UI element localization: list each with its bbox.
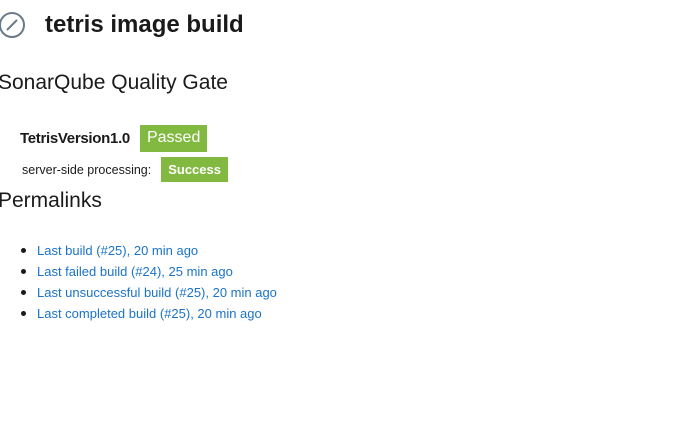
processing-status-badge: Success (161, 157, 228, 182)
list-item: Last build (#25), 20 min ago (0, 240, 277, 261)
permalinks-list: Last build (#25), 20 min ago Last failed… (0, 240, 277, 324)
bullet-icon (21, 248, 26, 253)
processing-label: server-side processing: (22, 162, 152, 177)
last-failed-build-link[interactable]: Last failed build (#24), 25 min ago (37, 264, 233, 279)
disabled-status-icon (0, 11, 26, 39)
page-title: tetris image build (45, 11, 244, 38)
quality-gate-status-badge[interactable]: Passed (139, 125, 208, 152)
list-item: Last failed build (#24), 25 min ago (0, 261, 277, 282)
list-item: Last unsuccessful build (#25), 20 min ag… (0, 282, 277, 303)
page-header: tetris image build (0, 8, 244, 42)
bullet-icon (21, 290, 26, 295)
last-unsuccessful-build-link[interactable]: Last unsuccessful build (#25), 20 min ag… (37, 285, 277, 300)
server-processing-row: server-side processing: Success (22, 157, 228, 182)
last-build-link[interactable]: Last build (#25), 20 min ago (37, 243, 198, 258)
list-item: Last completed build (#25), 20 min ago (0, 303, 277, 324)
project-name: TetrisVersion1.0 (20, 130, 130, 147)
sonarqube-heading: SonarQube Quality Gate (0, 71, 228, 94)
last-completed-build-link[interactable]: Last completed build (#25), 20 min ago (37, 306, 262, 321)
bullet-icon (21, 311, 26, 316)
permalinks-heading: Permalinks (0, 189, 102, 212)
bullet-icon (21, 269, 26, 274)
quality-gate-row: TetrisVersion1.0 Passed (20, 125, 208, 152)
